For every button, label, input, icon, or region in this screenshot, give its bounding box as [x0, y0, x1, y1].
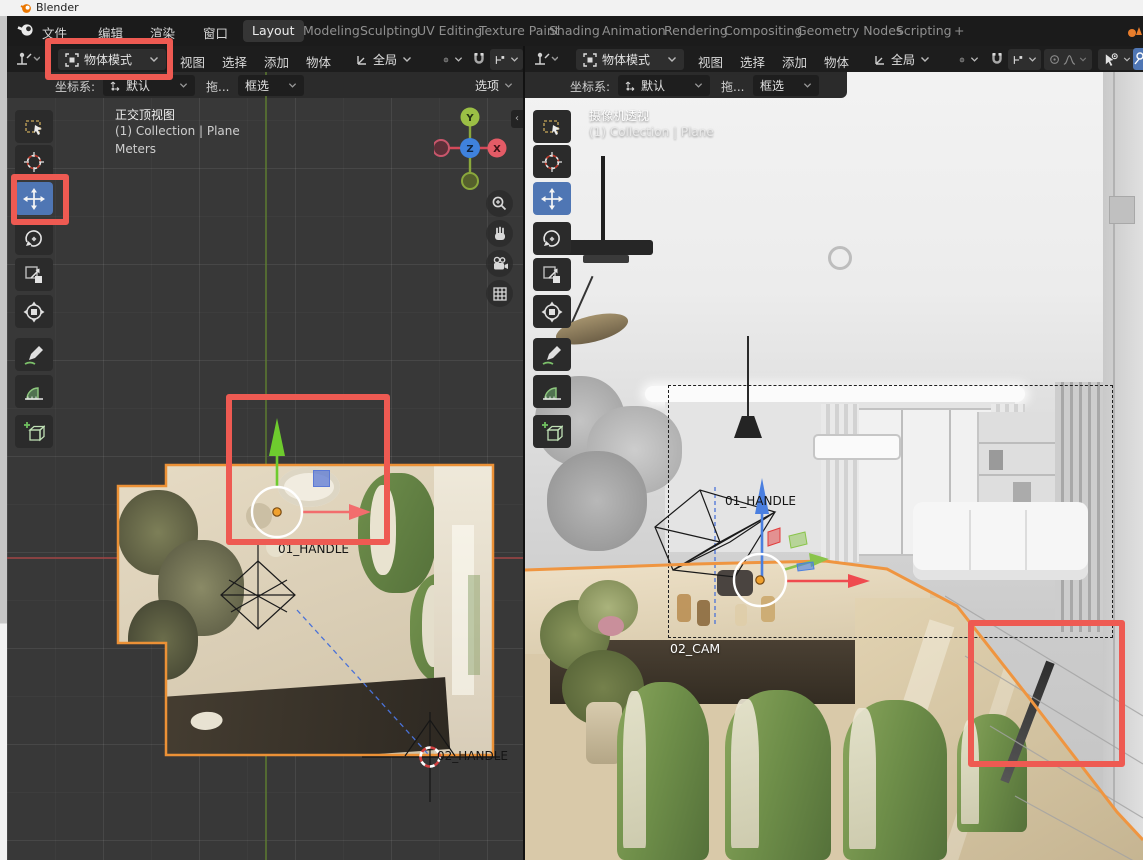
- proportional-edit-group[interactable]: [1044, 49, 1092, 70]
- tool-rotate[interactable]: [15, 222, 53, 255]
- options-label: 选项: [475, 77, 499, 94]
- tool-annotate[interactable]: [15, 338, 53, 371]
- transform-orientation-dropdown[interactable]: 全局: [866, 49, 950, 70]
- coord-default-dropdown[interactable]: 默认: [618, 75, 710, 96]
- tool-add-cube[interactable]: [533, 415, 571, 448]
- window-title: Blender: [36, 1, 79, 14]
- coord-icon: [625, 80, 636, 92]
- mode-label: 物体模式: [602, 51, 650, 68]
- tool-move[interactable]: [533, 182, 571, 215]
- tool-scale[interactable]: [533, 258, 571, 291]
- menu-window[interactable]: 窗口: [203, 23, 228, 42]
- blender-logo-icon: [17, 22, 35, 38]
- window-edge-strip: [0, 16, 7, 860]
- tool-measure[interactable]: [533, 375, 571, 408]
- snap-target-dropdown[interactable]: [490, 49, 523, 70]
- pivot-point-dropdown[interactable]: [436, 49, 470, 70]
- view-name: 正交顶视图: [115, 106, 175, 123]
- pivot-icon: [443, 53, 449, 67]
- scene-icon[interactable]: [1126, 23, 1143, 39]
- tab-add-workspace[interactable]: +: [945, 20, 973, 42]
- view-name: 摄像机透视: [589, 107, 649, 124]
- add-menu[interactable]: 添加: [782, 52, 807, 71]
- orientation-setting-label: 坐标系:: [55, 78, 95, 95]
- mode-dropdown[interactable]: 物体模式: [576, 49, 684, 70]
- tool-measure[interactable]: [15, 375, 53, 408]
- svg-text:X: X: [493, 144, 501, 155]
- add-menu[interactable]: 添加: [264, 52, 289, 71]
- pan-hand-icon[interactable]: [486, 220, 513, 247]
- annotation-box-move-tool: [11, 174, 69, 225]
- camera-object-label: 02_CAM: [670, 641, 720, 656]
- topbar: 文件 编辑 渲染 窗口 帮助 Layout Modeling Sculpting…: [7, 16, 1143, 46]
- transform-orientation-dropdown[interactable]: 全局: [348, 49, 432, 70]
- tool-scale[interactable]: [15, 258, 53, 291]
- sidebar-toggle-arrow[interactable]: ‹: [511, 110, 523, 128]
- object-mode-icon: [583, 53, 597, 67]
- falloff-curve-icon: [1063, 53, 1076, 66]
- snap-increment-icon: [494, 53, 505, 67]
- orientation-label: 全局: [373, 51, 397, 68]
- handle1-label: 01_HANDLE: [725, 494, 796, 508]
- orientation-icon: [355, 53, 368, 66]
- pivot-icon: [959, 53, 965, 67]
- tool-annotate[interactable]: [533, 338, 571, 371]
- options-dropdown[interactable]: 选项: [468, 75, 520, 96]
- tool-rotate[interactable]: [533, 222, 571, 255]
- tool-transform[interactable]: [15, 295, 53, 328]
- orientation-label: 全局: [891, 51, 915, 68]
- select-menu[interactable]: 选择: [222, 52, 247, 71]
- axis-navigation-gizmo[interactable]: Y X Z: [434, 104, 510, 190]
- gizmos-dropdown[interactable]: [1133, 48, 1143, 70]
- annotation-box-plane-corner: [968, 620, 1125, 767]
- tool-cursor[interactable]: [533, 145, 571, 178]
- axis-x-neg-ball: [434, 140, 449, 156]
- annotation-box-mode-dropdown: [45, 38, 173, 80]
- units-label: Meters: [115, 142, 156, 156]
- camera-view-icon[interactable]: [486, 250, 513, 277]
- annotation-box-gizmo: [226, 394, 390, 545]
- drag-value: 框选: [245, 77, 269, 94]
- active-collection: (1) Collection | Plane: [589, 125, 714, 139]
- object-menu[interactable]: 物体: [824, 52, 849, 71]
- tool-select-box[interactable]: [15, 110, 53, 143]
- snap-increment-icon: [1012, 53, 1023, 67]
- select-menu[interactable]: 选择: [740, 52, 765, 71]
- blender-app-icon: [20, 2, 32, 14]
- zoom-tool-icon[interactable]: [486, 190, 513, 217]
- editor-type-icon[interactable]: [532, 51, 558, 67]
- view-menu[interactable]: 视图: [180, 52, 205, 71]
- active-collection: (1) Collection | Plane: [115, 124, 240, 138]
- proportional-edit-icon: [1049, 53, 1060, 66]
- snap-magnet-icon[interactable]: [990, 52, 1004, 67]
- blender-window: Blender 文件 编辑 渲染 窗口 帮助 Layout Modeling S…: [0, 0, 1143, 860]
- svg-text:Y: Y: [465, 113, 474, 124]
- orientation-setting-label: 坐标系:: [570, 78, 610, 95]
- os-titlebar: Blender: [0, 0, 1143, 17]
- drag-value: 框选: [760, 77, 784, 94]
- axis-y-neg-ball: [462, 173, 478, 189]
- orientation-icon: [873, 53, 886, 66]
- svg-text:Z: Z: [466, 144, 473, 155]
- coord-icon: [110, 80, 121, 92]
- snap-magnet-icon[interactable]: [472, 52, 486, 67]
- view-menu[interactable]: 视图: [698, 52, 723, 71]
- object-menu[interactable]: 物体: [306, 52, 331, 71]
- drag-mode-dropdown[interactable]: 框选: [238, 75, 304, 96]
- coord-value: 默认: [641, 77, 665, 94]
- object-visibility-dropdown[interactable]: [1098, 49, 1136, 70]
- tool-select-box[interactable]: [533, 110, 571, 143]
- editor-type-icon[interactable]: [14, 51, 40, 67]
- toggle-grid-icon[interactable]: [486, 280, 513, 307]
- tool-add-cube[interactable]: [15, 415, 53, 448]
- drag-setting-label: 拖...: [206, 78, 229, 95]
- drag-setting-label: 拖...: [721, 78, 744, 95]
- pointer-eye-icon: [1103, 52, 1118, 67]
- pivot-point-dropdown[interactable]: [952, 49, 986, 70]
- snap-target-dropdown[interactable]: [1008, 49, 1041, 70]
- drag-mode-dropdown[interactable]: 框选: [753, 75, 819, 96]
- handle2-label: 02_HANDLE: [437, 749, 508, 763]
- tool-transform[interactable]: [533, 295, 571, 328]
